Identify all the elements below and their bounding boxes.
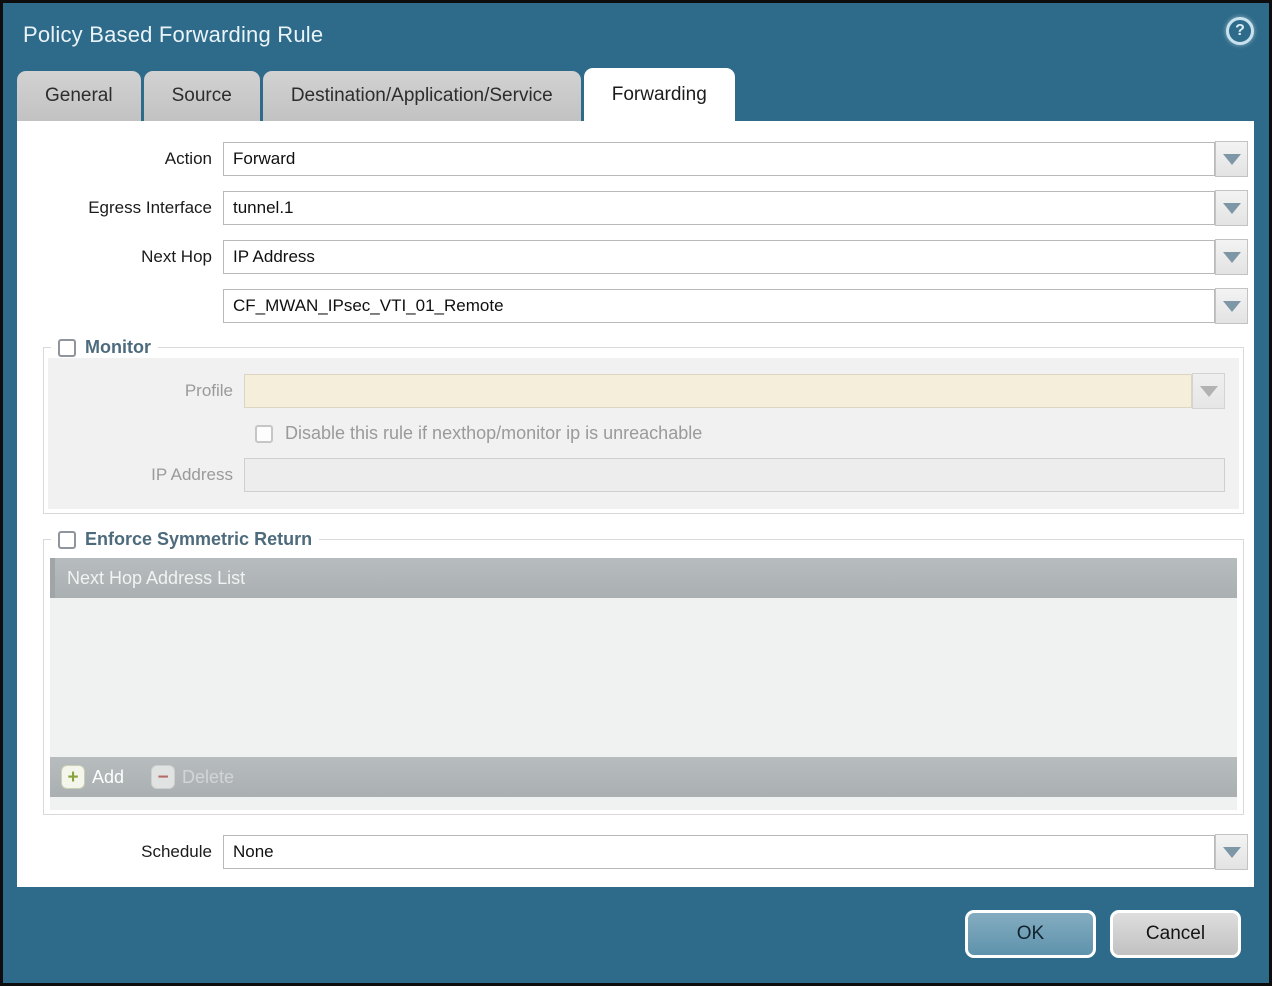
caret-down-icon xyxy=(1223,252,1241,263)
minus-icon: − xyxy=(152,766,174,788)
caret-down-icon xyxy=(1223,301,1241,312)
tab-general[interactable]: General xyxy=(17,71,141,121)
next-hop-label: Next Hop xyxy=(17,247,223,267)
monitor-section: Monitor Profile Disable this rule if nex… xyxy=(43,337,1244,514)
caret-down-icon xyxy=(1223,154,1241,165)
next-hop-address-dropdown[interactable]: CF_MWAN_IPsec_VTI_01_Remote xyxy=(223,289,1215,323)
next-hop-type-dropdown[interactable]: IP Address xyxy=(223,240,1215,274)
next-hop-row: Next Hop IP Address xyxy=(17,239,1248,275)
plus-icon: + xyxy=(62,766,84,788)
action-dropdown[interactable]: Forward xyxy=(223,142,1215,176)
profile-label: Profile xyxy=(48,381,244,401)
monitor-legend: Monitor xyxy=(51,337,158,358)
disable-rule-label: Disable this rule if nexthop/monitor ip … xyxy=(285,423,702,444)
profile-dropdown xyxy=(244,374,1192,408)
cancel-button[interactable]: Cancel xyxy=(1110,910,1241,958)
next-hop-address-list-toolbar: + Add − Delete xyxy=(50,757,1237,797)
symmetric-return-legend-label: Enforce Symmetric Return xyxy=(85,529,312,550)
egress-interface-row: Egress Interface tunnel.1 xyxy=(17,190,1248,226)
next-hop-address-row: CF_MWAN_IPsec_VTI_01_Remote xyxy=(17,288,1248,324)
schedule-label: Schedule xyxy=(17,842,223,862)
tab-bar: General Source Destination/Application/S… xyxy=(3,68,1269,121)
dialog-titlebar: Policy Based Forwarding Rule ? xyxy=(3,3,1269,68)
delete-button: − Delete xyxy=(152,766,234,788)
dialog-title: Policy Based Forwarding Rule xyxy=(23,22,1269,48)
next-hop-address-list-header: Next Hop Address List xyxy=(50,558,1237,598)
forwarding-tab-content: Action Forward Egress Interface tunnel.1… xyxy=(17,121,1254,887)
next-hop-address-list-body[interactable] xyxy=(50,598,1237,757)
tab-destination-application-service[interactable]: Destination/Application/Service xyxy=(263,71,581,121)
schedule-dropdown-arrow-button[interactable] xyxy=(1215,834,1248,870)
schedule-dropdown[interactable]: None xyxy=(223,835,1215,869)
profile-row: Profile xyxy=(48,373,1225,409)
monitor-ip-label: IP Address xyxy=(48,465,244,485)
egress-interface-dropdown[interactable]: tunnel.1 xyxy=(223,191,1215,225)
action-dropdown-arrow-button[interactable] xyxy=(1215,141,1248,177)
disable-rule-checkbox xyxy=(255,425,273,443)
help-icon[interactable]: ? xyxy=(1226,17,1254,45)
next-hop-address-list-table: Next Hop Address List + Add − Delete xyxy=(50,558,1237,810)
egress-interface-dropdown-arrow-button[interactable] xyxy=(1215,190,1248,226)
dialog-footer: OK Cancel xyxy=(965,910,1241,958)
action-row: Action Forward xyxy=(17,141,1248,177)
pbf-rule-dialog: Policy Based Forwarding Rule ? General S… xyxy=(0,0,1272,986)
caret-down-icon xyxy=(1223,847,1241,858)
tab-forwarding[interactable]: Forwarding xyxy=(584,68,735,121)
caret-down-icon xyxy=(1200,386,1218,397)
table-bottom-strip xyxy=(50,797,1237,810)
caret-down-icon xyxy=(1223,203,1241,214)
ok-button[interactable]: OK xyxy=(965,910,1096,958)
disable-rule-row: Disable this rule if nexthop/monitor ip … xyxy=(255,423,1225,444)
next-hop-address-dropdown-arrow-button[interactable] xyxy=(1215,288,1248,324)
delete-button-label: Delete xyxy=(182,767,234,788)
next-hop-type-dropdown-arrow-button[interactable] xyxy=(1215,239,1248,275)
profile-dropdown-arrow-button xyxy=(1192,373,1225,409)
symmetric-return-section: Enforce Symmetric Return Next Hop Addres… xyxy=(43,529,1244,815)
monitor-legend-label: Monitor xyxy=(85,337,151,358)
monitor-checkbox[interactable] xyxy=(58,339,76,357)
monitor-panel: Profile Disable this rule if nexthop/mon… xyxy=(48,358,1239,509)
symmetric-return-checkbox[interactable] xyxy=(58,531,76,549)
add-button-label: Add xyxy=(92,767,124,788)
action-label: Action xyxy=(17,149,223,169)
egress-interface-label: Egress Interface xyxy=(17,198,223,218)
monitor-ip-row: IP Address xyxy=(48,458,1225,492)
monitor-ip-input xyxy=(244,458,1225,492)
add-button[interactable]: + Add xyxy=(62,766,124,788)
symmetric-return-legend: Enforce Symmetric Return xyxy=(51,529,319,550)
tab-source[interactable]: Source xyxy=(144,71,260,121)
schedule-row: Schedule None xyxy=(17,834,1248,870)
